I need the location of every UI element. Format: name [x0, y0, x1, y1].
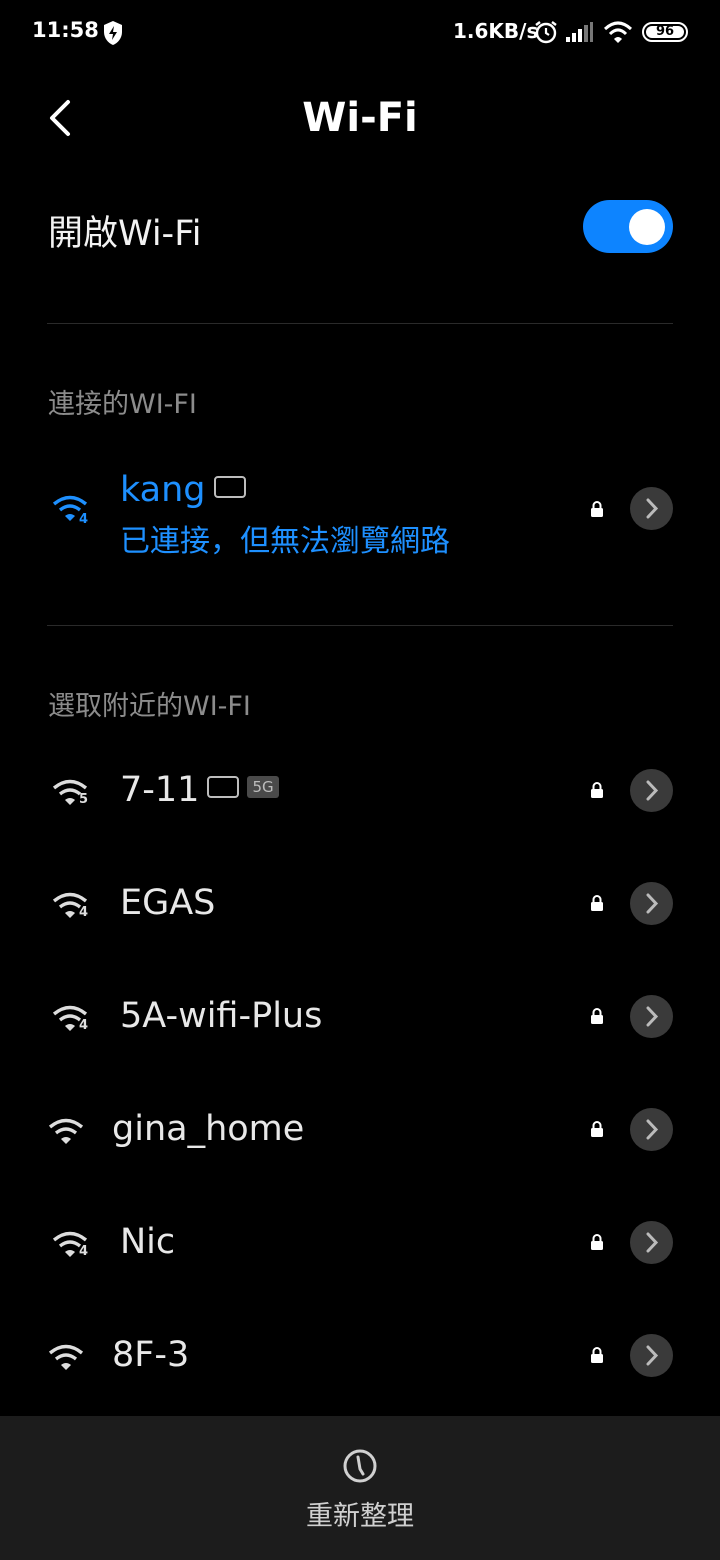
network-details-button[interactable]	[630, 1334, 673, 1377]
connected-details-button[interactable]	[630, 487, 673, 530]
network-details-button[interactable]	[630, 995, 673, 1038]
wifi-signal-icon	[48, 1344, 84, 1370]
ssid-label: 8F-3	[112, 1335, 190, 1375]
wifi-list-item[interactable]: gina_home	[0, 1079, 720, 1179]
lock-icon	[591, 1234, 603, 1250]
signal-badge: 4	[79, 1244, 89, 1259]
wifi-settings-screen: 11:58 1.6KB/s 96 Wi-Fi 開啟Wi-Fi 連接的WI-FI …	[0, 0, 720, 1560]
lock-icon	[591, 1121, 603, 1137]
bottom-bar: 重新整理	[0, 1416, 720, 1560]
battery-icon: 96	[642, 22, 688, 42]
battery-level: 96	[646, 25, 684, 38]
chevron-right-icon	[646, 1119, 659, 1140]
divider	[47, 625, 673, 626]
wifi-toggle-switch[interactable]	[583, 200, 673, 253]
refresh-icon	[343, 1449, 377, 1483]
mi-router-icon	[213, 476, 246, 498]
network-details-button[interactable]	[630, 1108, 673, 1151]
status-bar: 11:58 1.6KB/s 96	[0, 0, 720, 64]
ssid-label: 7-11 5G	[120, 770, 279, 810]
connected-section-title: 連接的WI-FI	[48, 389, 197, 420]
refresh-label: 重新整理	[306, 1501, 414, 1532]
lock-icon	[591, 1008, 603, 1024]
ssid-label: gina_home	[112, 1109, 305, 1149]
network-speed: 1.6KB/s	[453, 19, 539, 43]
wifi-list-item[interactable]: 4 5A-wifi-Plus	[0, 966, 720, 1066]
signal-badge: 4	[79, 512, 89, 527]
cell-signal-icon	[566, 22, 593, 42]
toggle-knob	[629, 209, 665, 245]
ssid-label: EGAS	[120, 883, 216, 923]
wifi-list-item[interactable]: 8F-3	[0, 1305, 720, 1405]
refresh-button[interactable]: 重新整理	[280, 1436, 440, 1546]
network-details-button[interactable]	[630, 769, 673, 812]
connected-status: 已連接，但無法瀏覽網路	[120, 524, 450, 559]
divider	[47, 323, 673, 324]
network-details-button[interactable]	[630, 1221, 673, 1264]
lock-icon	[591, 895, 603, 911]
connected-ssid-text: kang	[120, 470, 206, 510]
chevron-right-icon	[646, 1232, 659, 1253]
connected-ssid: kang	[120, 470, 246, 510]
wifi-signal-icon	[48, 1118, 84, 1144]
page-title: Wi-Fi	[302, 95, 418, 141]
ssid-label: Nic	[120, 1222, 176, 1262]
wifi-status-icon	[603, 21, 633, 43]
shield-icon	[104, 21, 122, 45]
ssid-text: 7-11	[120, 770, 200, 810]
network-details-button[interactable]	[630, 882, 673, 925]
nearby-section-title: 選取附近的WI-FI	[48, 691, 251, 722]
wifi-list-item[interactable]: 4 EGAS	[0, 853, 720, 953]
band-badge: 5G	[247, 776, 279, 798]
lock-icon	[591, 501, 603, 517]
chevron-right-icon	[646, 1345, 659, 1366]
signal-badge: 4	[79, 905, 89, 920]
chevron-right-icon	[646, 498, 659, 519]
wifi-toggle-label: 開啟Wi-Fi	[48, 214, 202, 254]
status-time: 11:58	[32, 18, 99, 42]
chevron-right-icon	[646, 1006, 659, 1027]
wifi-list-item[interactable]: 4 Nic	[0, 1192, 720, 1292]
chevron-right-icon	[646, 780, 659, 801]
lock-icon	[591, 1347, 603, 1363]
ssid-label: 5A-wifi-Plus	[120, 996, 323, 1036]
signal-badge: 5	[79, 792, 89, 807]
wifi-list-item[interactable]: 5 7-11 5G	[0, 740, 720, 840]
chevron-right-icon	[646, 893, 659, 914]
mi-router-icon	[207, 776, 240, 798]
lock-icon	[591, 782, 603, 798]
signal-badge: 4	[79, 1018, 89, 1033]
alarm-icon	[535, 21, 557, 44]
